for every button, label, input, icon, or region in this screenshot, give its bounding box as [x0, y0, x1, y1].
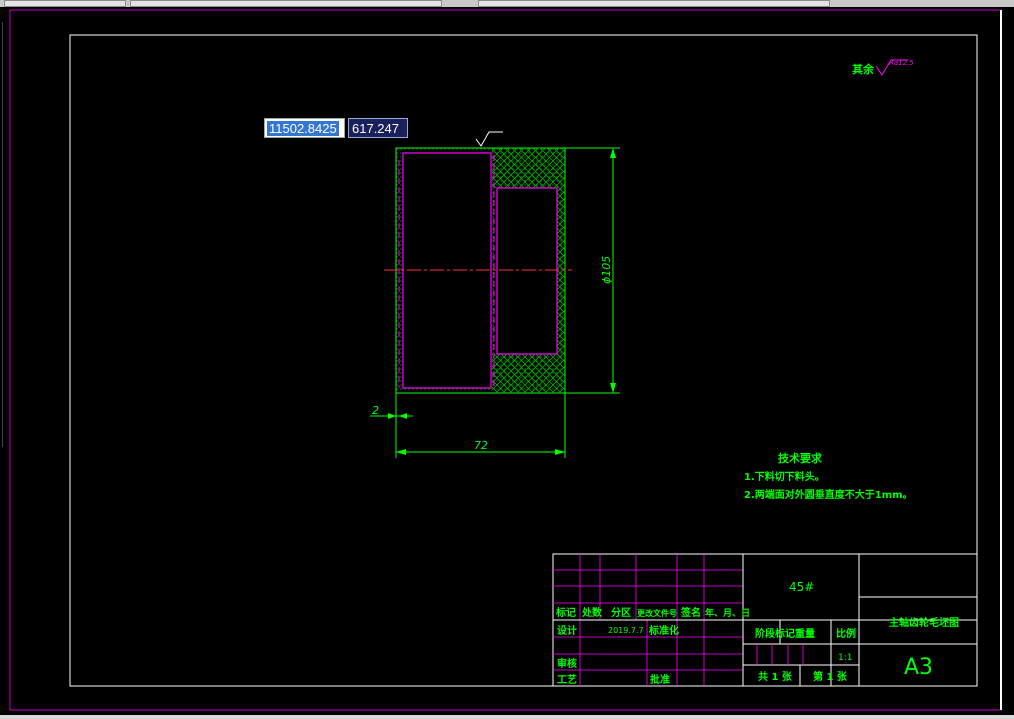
tb-header: 签名: [680, 606, 701, 619]
tb-design: 设计: [557, 624, 577, 637]
dim-width-label: 72: [474, 439, 488, 452]
cad-drawing-canvas[interactable]: 其余 Ra12.5 ϕ105 72 2 技术要求 1.下料切下料头。 2.两端面…: [0, 0, 1014, 719]
coordinate-x-value: 11502.8425: [267, 121, 339, 136]
roughness-label: 其余: [852, 62, 875, 76]
tech-item: 2.两端面对外圆垂直度不大于1mm。: [744, 488, 913, 501]
hatch-bottom: [492, 354, 565, 393]
tb-sheet-no: 第 1 张: [813, 670, 848, 683]
hatch-right: [557, 188, 565, 354]
window-bottom-strip: [0, 715, 1014, 719]
tb-header: 更改文件号: [637, 608, 677, 618]
tb-weight: 重量: [795, 627, 815, 640]
tb-total-sheets: 共 1 张: [758, 670, 793, 683]
tb-material: 45#: [789, 580, 814, 594]
part-small-diameter: [496, 187, 558, 355]
coordinate-x-input[interactable]: 11502.8425: [264, 118, 345, 138]
tb-approve: 批准: [650, 673, 670, 686]
roughness-value: Ra12.5: [889, 59, 914, 67]
hatch-top: [492, 148, 565, 188]
dim-offset-label: 2: [372, 404, 379, 417]
tb-standardize: 标准化: [648, 624, 679, 637]
tb-date: 2019.7.7: [608, 626, 644, 635]
tb-stage: 阶段标记: [755, 627, 795, 640]
tb-header: 分区: [611, 606, 631, 619]
tb-ratio: 比例: [836, 627, 856, 640]
tb-sheet-size: A3: [904, 655, 933, 680]
tb-header: 年、月、日: [705, 607, 750, 619]
tb-process: 工艺: [557, 673, 577, 686]
tb-header: 处数: [581, 606, 603, 619]
surface-mark-icon: [475, 131, 503, 147]
coordinate-y-input[interactable]: 617.247: [348, 118, 408, 138]
tb-scale: 1:1: [838, 653, 852, 663]
tb-part-name: 主轴齿轮毛坯图: [889, 616, 959, 629]
tech-item: 1.下料切下料头。: [744, 470, 825, 483]
tech-title: 技术要求: [778, 451, 823, 465]
tb-review: 审核: [557, 657, 577, 670]
dim-diameter-label: ϕ105: [600, 256, 613, 284]
tb-header: 标记: [555, 606, 576, 619]
